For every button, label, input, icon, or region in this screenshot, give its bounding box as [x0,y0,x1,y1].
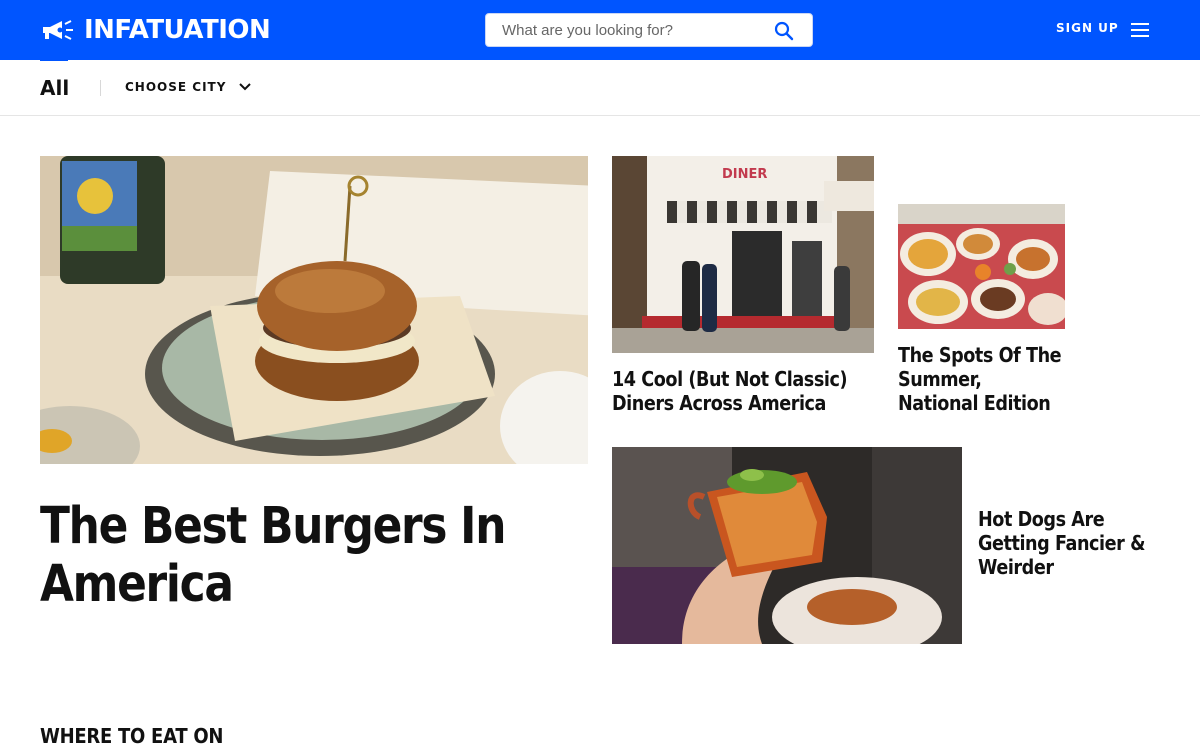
top-bar: INFATUATION SIGN UP [0,0,1200,60]
choose-city-dropdown[interactable]: CHOOSE CITY [125,80,252,94]
hero-burger-image[interactable] [40,156,588,464]
hamburger-menu-icon[interactable] [1131,23,1149,37]
summer-spots-image[interactable] [898,204,1065,329]
chevron-down-icon [239,83,252,91]
hero-title[interactable]: The Best Burgers In America [40,498,522,614]
hot-dogs-article-title[interactable]: Hot Dogs Are Getting Fancier & Weirder [978,507,1163,579]
search-input[interactable] [486,14,766,46]
tab-all[interactable]: All [40,76,69,100]
sign-up-button[interactable]: SIGN UP [1056,21,1119,35]
search-box[interactable] [485,13,813,47]
hot-dog-image[interactable] [612,447,962,644]
section-heading: WHERE TO EAT ON [40,724,224,748]
summer-spots-article-title[interactable]: The Spots Of The Summer, National Editio… [898,343,1065,415]
divider [100,80,101,96]
diners-article-title[interactable]: 14 Cool (But Not Classic) Diners Across … [612,367,858,415]
megaphone-icon [43,20,73,40]
active-tab-indicator [40,57,68,61]
diner-image[interactable]: DINER [612,156,874,353]
sub-navigation: All CHOOSE CITY [0,60,1200,116]
search-icon[interactable] [774,21,794,41]
logo[interactable]: INFATUATION [40,14,271,46]
choose-city-label: CHOOSE CITY [125,80,227,94]
svg-text:DINER: DINER [722,167,767,182]
logo-text: INFATUATION [84,15,271,45]
